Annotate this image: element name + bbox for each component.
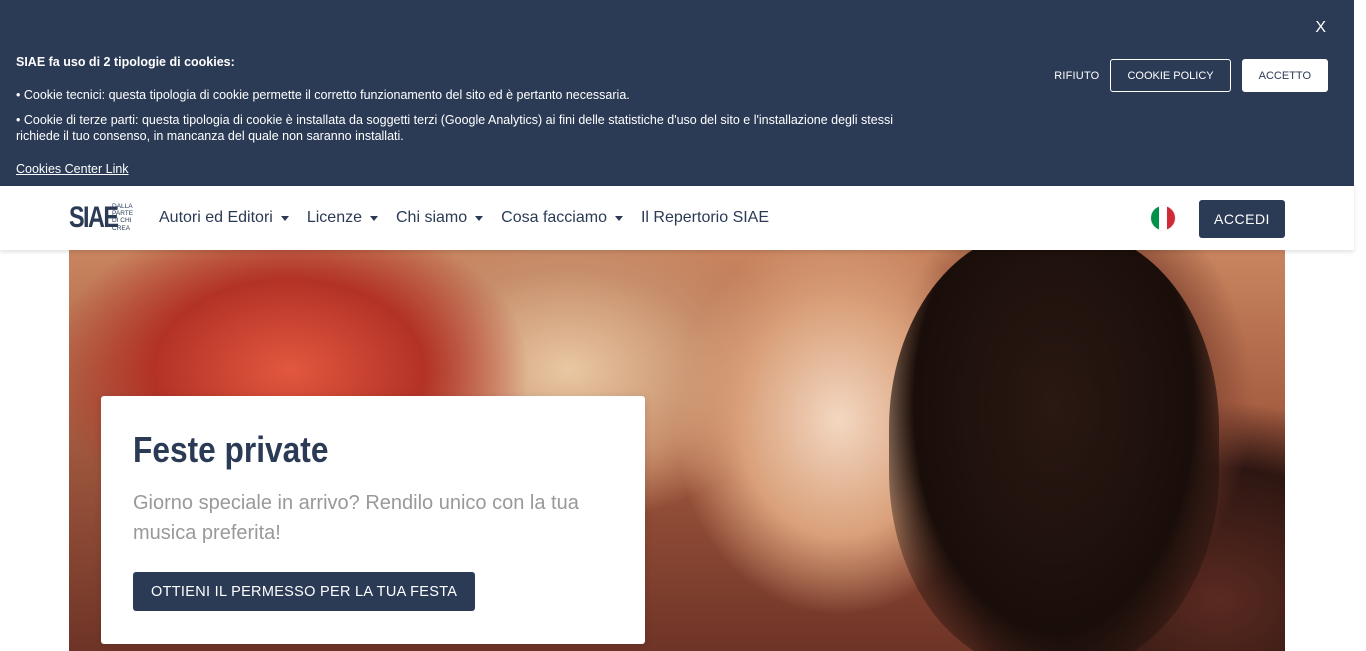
nav-item-il-repertorio-siae[interactable]: Il Repertorio SIAE: [641, 209, 769, 227]
flag-stripe-white: [1159, 206, 1167, 230]
nav-item-label: Il Repertorio SIAE: [640, 209, 770, 226]
nav-item-cosa-facciamo[interactable]: Cosa facciamo: [501, 209, 623, 227]
site-header: SIAE DALLA PARTE DI CHI CREA Autori ed E…: [0, 186, 1354, 250]
nav-item-licenze[interactable]: Licenze: [307, 209, 378, 227]
cookie-title: SIAE fa uso di 2 tipologie di cookies:: [16, 55, 235, 69]
nav-item-label: Licenze: [306, 209, 362, 226]
hero-subtitle: Giorno speciale in arrivo? Rendilo unico…: [133, 492, 579, 544]
caret-down-icon: [475, 215, 484, 221]
hero-photo-detail: [889, 250, 1219, 651]
cookie-line-technical: • Cookie tecnici: questa tipologia di co…: [16, 88, 630, 102]
main-nav: Autori ed Editori Licenze Chi siamo Cosa…: [159, 186, 787, 250]
cookies-center-link[interactable]: Cookies Center Link: [16, 161, 129, 177]
accept-button[interactable]: ACCETTO: [1241, 59, 1328, 92]
nav-item-label: Cosa facciamo: [501, 209, 607, 226]
flag-stripe-red: [1167, 206, 1175, 230]
hero-card: Feste private Giorno speciale in arrivo?…: [101, 396, 645, 644]
siae-logo[interactable]: SIAE DALLA PARTE DI CHI CREA: [69, 201, 134, 235]
nav-item-label: Autori ed Editori: [159, 209, 273, 226]
hero-banner: Feste private Giorno speciale in arrivo?…: [69, 250, 1285, 651]
caret-down-icon: [614, 215, 623, 221]
login-button[interactable]: ACCEDI: [1199, 200, 1285, 238]
flag-stripe-green: [1151, 206, 1159, 230]
cookie-banner: X SIAE fa uso di 2 tipologie di cookies:…: [0, 0, 1354, 186]
get-permit-button[interactable]: OTTIENI IL PERMESSO PER LA TUA FESTA: [133, 572, 476, 611]
nav-item-autori-ed-editori[interactable]: Autori ed Editori: [159, 209, 289, 227]
cookie-policy-button[interactable]: COOKIE POLICY: [1110, 59, 1231, 92]
nav-item-label: Chi siamo: [396, 209, 468, 226]
cookie-line-third-party: • Cookie di terze parti: questa tipologi…: [16, 113, 893, 143]
caret-down-icon: [370, 215, 378, 221]
close-icon[interactable]: X: [1315, 19, 1326, 37]
reject-button[interactable]: RIFIUTO: [1054, 70, 1099, 82]
logo-text: SIAE: [69, 201, 119, 234]
italy-flag-icon[interactable]: [1151, 206, 1175, 230]
hero-title: Feste private: [133, 429, 329, 470]
cookie-actions: RIFIUTO COOKIE POLICY ACCETTO: [1054, 59, 1328, 92]
cookie-text: SIAE fa uso di 2 tipologie di cookies: •…: [16, 54, 916, 177]
caret-down-icon: [280, 215, 289, 221]
nav-item-chi-siamo[interactable]: Chi siamo: [396, 209, 484, 227]
